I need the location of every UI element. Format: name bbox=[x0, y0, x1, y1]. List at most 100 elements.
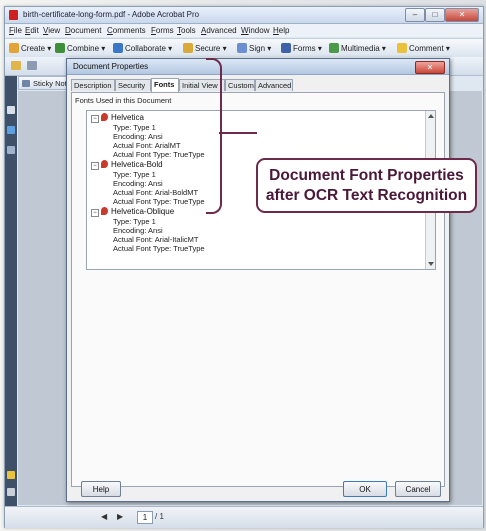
prev-page-icon[interactable]: ◀ bbox=[101, 512, 107, 521]
annotation-line-2: after OCR Text Recognition bbox=[265, 187, 468, 204]
menu-edit[interactable]: Edit bbox=[25, 26, 39, 35]
tab-description[interactable]: Description bbox=[71, 79, 115, 91]
window-title: birth-certificate-long-form.pdf - Adobe … bbox=[23, 10, 200, 19]
font-name: Helvetica bbox=[111, 113, 144, 122]
fonts-caption: Fonts Used in this Document bbox=[75, 96, 172, 105]
dialog-title: Document Properties bbox=[73, 62, 149, 71]
font-type: Type: Type 1 bbox=[113, 217, 156, 226]
font-icon bbox=[101, 113, 108, 121]
annotation-connector bbox=[219, 132, 257, 134]
font-node-helvetica-bold[interactable]: − Helvetica-Bold bbox=[91, 160, 163, 170]
menu-view[interactable]: View bbox=[43, 26, 60, 35]
next-page-icon[interactable]: ▶ bbox=[117, 512, 123, 521]
menu-advanced[interactable]: Advanced bbox=[201, 26, 237, 35]
task-toolbar: Create ▾ Combine ▾ Collaborate ▾ Secure … bbox=[5, 38, 483, 58]
dialog-close-button[interactable]: ✕ bbox=[415, 61, 445, 74]
multimedia-button[interactable]: Multimedia ▾ bbox=[329, 43, 386, 53]
font-actual: Actual Font: ArialMT bbox=[113, 141, 181, 150]
collapse-icon[interactable]: − bbox=[91, 115, 99, 123]
menu-bar: File Edit View Document Comments Forms T… bbox=[5, 24, 483, 37]
multimedia-icon bbox=[329, 43, 339, 53]
menu-help[interactable]: Help bbox=[273, 26, 289, 35]
annotation-line-1: Document Font Properties bbox=[269, 167, 464, 184]
open-folder-icon[interactable] bbox=[11, 61, 21, 70]
comments-pane-icon[interactable] bbox=[7, 471, 15, 479]
secure-icon bbox=[183, 43, 193, 53]
menu-comments[interactable]: Comments bbox=[107, 26, 146, 35]
scroll-up-icon[interactable] bbox=[428, 114, 434, 118]
menu-forms[interactable]: Forms bbox=[151, 26, 174, 35]
comment-icon bbox=[397, 43, 407, 53]
font-node-helvetica-oblique[interactable]: − Helvetica-Oblique bbox=[91, 207, 174, 217]
annotation-bracket bbox=[206, 58, 222, 214]
collapse-icon[interactable]: − bbox=[91, 209, 99, 217]
create-button[interactable]: Create ▾ bbox=[9, 43, 51, 53]
combine-button[interactable]: Combine ▾ bbox=[55, 43, 105, 53]
tab-security[interactable]: Security bbox=[115, 79, 151, 91]
font-type: Type: Type 1 bbox=[113, 170, 156, 179]
menu-document[interactable]: Document bbox=[65, 26, 101, 35]
bookmarks-icon[interactable] bbox=[7, 126, 15, 134]
comment-label: Comment bbox=[409, 44, 444, 53]
current-page-field[interactable]: 1 bbox=[137, 511, 153, 524]
font-name: Helvetica-Bold bbox=[111, 160, 163, 169]
font-icon bbox=[101, 160, 108, 168]
sign-icon bbox=[237, 43, 247, 53]
font-type: Type: Type 1 bbox=[113, 123, 156, 132]
sticky-note-icon bbox=[22, 80, 30, 87]
menu-tools[interactable]: Tools bbox=[177, 26, 196, 35]
fonts-panel: Fonts Used in this Document − Helvetica T… bbox=[71, 92, 445, 487]
font-name: Helvetica-Oblique bbox=[111, 207, 175, 216]
font-actual: Actual Font: Arial-BoldMT bbox=[113, 188, 199, 197]
font-actual-type: Actual Font Type: TrueType bbox=[113, 197, 205, 206]
title-bar: birth-certificate-long-form.pdf - Adobe … bbox=[5, 7, 483, 24]
sign-label: Sign bbox=[249, 44, 266, 53]
annotation-callout: Document Font Properties after OCR Text … bbox=[256, 158, 477, 213]
dialog-title-bar: Document Properties ✕ bbox=[67, 59, 449, 75]
collaborate-button[interactable]: Collaborate ▾ bbox=[113, 43, 172, 53]
cancel-button[interactable]: Cancel bbox=[395, 481, 441, 497]
acrobat-app-icon bbox=[9, 10, 18, 20]
tab-fonts[interactable]: Fonts bbox=[151, 78, 179, 92]
collaborate-label: Collaborate bbox=[125, 44, 166, 53]
scroll-down-icon[interactable] bbox=[428, 262, 434, 266]
create-label: Create bbox=[21, 44, 46, 53]
attachments-icon[interactable] bbox=[7, 146, 15, 154]
multimedia-label: Multimedia bbox=[341, 44, 380, 53]
signatures-icon[interactable] bbox=[7, 488, 15, 496]
forms-button[interactable]: Forms ▾ bbox=[281, 43, 322, 53]
font-encoding: Encoding: Ansi bbox=[113, 226, 163, 235]
combine-label: Combine bbox=[67, 44, 100, 53]
ok-button[interactable]: OK bbox=[343, 481, 387, 497]
sign-button[interactable]: Sign ▾ bbox=[237, 43, 271, 53]
font-actual: Actual Font: Arial-ItalicMT bbox=[113, 235, 199, 244]
secure-button[interactable]: Secure ▾ bbox=[183, 43, 227, 53]
forms-icon bbox=[281, 43, 291, 53]
page-total: / 1 bbox=[155, 512, 164, 521]
menu-window[interactable]: Window bbox=[241, 26, 269, 35]
menu-file[interactable]: File bbox=[9, 26, 22, 35]
help-button[interactable]: Help bbox=[81, 481, 121, 497]
navigation-pane bbox=[5, 76, 17, 506]
tab-custom[interactable]: Custom bbox=[225, 79, 255, 91]
document-properties-dialog: Document Properties ✕ Description Securi… bbox=[66, 58, 450, 502]
font-encoding: Encoding: Ansi bbox=[113, 132, 163, 141]
font-node-helvetica[interactable]: − Helvetica bbox=[91, 113, 144, 123]
combine-icon bbox=[55, 43, 65, 53]
forms-label: Forms bbox=[293, 44, 316, 53]
tab-advanced[interactable]: Advanced bbox=[255, 79, 293, 91]
print-icon[interactable] bbox=[27, 61, 37, 70]
close-window-button[interactable]: ✕ bbox=[445, 8, 479, 22]
pages-icon[interactable] bbox=[7, 106, 15, 114]
minimize-button[interactable]: – bbox=[405, 8, 425, 22]
create-icon bbox=[9, 43, 19, 53]
collaborate-icon bbox=[113, 43, 123, 53]
maximize-button[interactable]: □ bbox=[425, 8, 445, 22]
font-actual-type: Actual Font Type: TrueType bbox=[113, 244, 205, 253]
status-bar: ◀ ▶ 1 / 1 bbox=[5, 506, 483, 528]
collapse-icon[interactable]: − bbox=[91, 162, 99, 170]
font-encoding: Encoding: Ansi bbox=[113, 179, 163, 188]
font-icon bbox=[101, 207, 108, 215]
comment-button[interactable]: Comment ▾ bbox=[397, 43, 450, 53]
secure-label: Secure bbox=[195, 44, 221, 53]
